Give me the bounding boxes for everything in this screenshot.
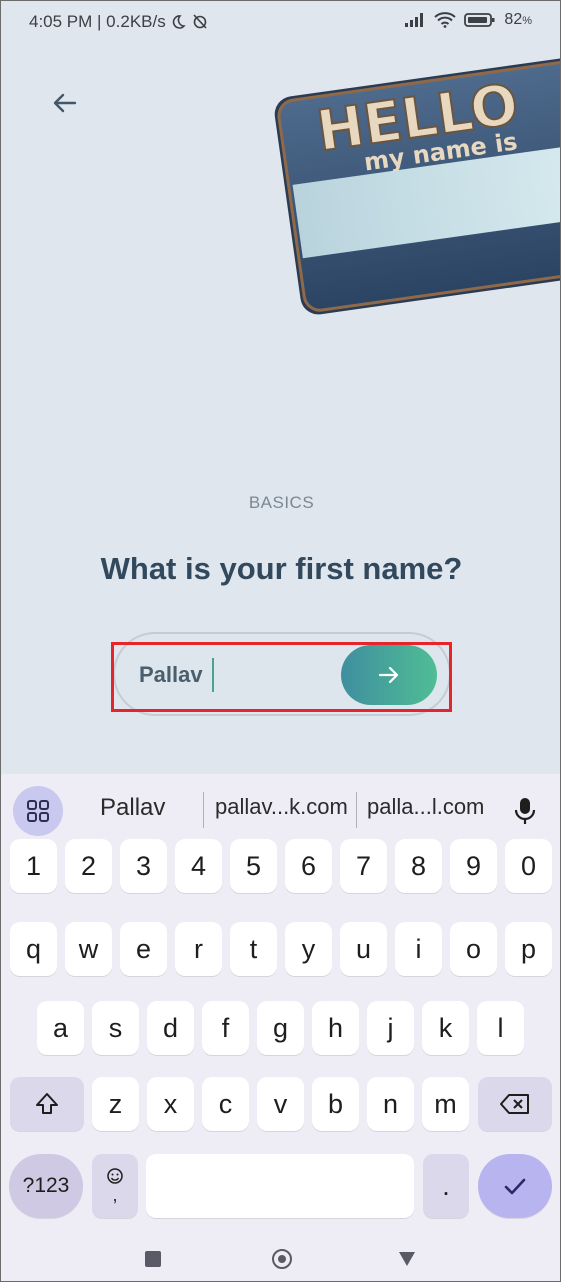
name-input-container: [113, 632, 451, 716]
key-r[interactable]: r: [175, 922, 222, 976]
battery-percent: 82%: [504, 11, 532, 28]
key-q[interactable]: q: [10, 922, 57, 976]
suggestion-1[interactable]: Pallav: [100, 794, 165, 822]
navigation-bar: [1, 1234, 560, 1281]
number-key-1[interactable]: 1: [10, 839, 57, 893]
hello-name-badge-illustration: HELLO my name is: [274, 56, 560, 315]
key-w[interactable]: w: [65, 922, 112, 976]
key-z[interactable]: z: [92, 1077, 139, 1131]
number-key-6[interactable]: 6: [285, 839, 332, 893]
suggestion-2[interactable]: pallav...k.com: [215, 794, 348, 820]
status-left: 4:05 PM | 0.2KB/s: [29, 12, 209, 32]
number-key-0[interactable]: 0: [505, 839, 552, 893]
key-p[interactable]: p: [505, 922, 552, 976]
wifi-icon: [434, 12, 457, 28]
key-f[interactable]: f: [202, 1001, 249, 1055]
first-name-input[interactable]: [137, 656, 341, 694]
key-c[interactable]: c: [202, 1077, 249, 1131]
suggestion-bar: Pallav pallav...k.com palla...l.com: [1, 774, 560, 846]
recents-nav-button[interactable]: [145, 1251, 161, 1267]
key-h[interactable]: h: [312, 1001, 359, 1055]
backspace-icon: [500, 1094, 529, 1114]
key-l[interactable]: l: [477, 1001, 524, 1055]
key-b[interactable]: b: [312, 1077, 359, 1131]
number-key-9[interactable]: 9: [450, 839, 497, 893]
home-nav-button[interactable]: [272, 1249, 292, 1269]
key-n[interactable]: n: [367, 1077, 414, 1131]
battery-icon: [464, 13, 495, 27]
spacebar-key[interactable]: [146, 1154, 414, 1218]
key-s[interactable]: s: [92, 1001, 139, 1055]
keyboard-menu-button[interactable]: [13, 786, 63, 836]
dnd-moon-icon: [173, 15, 187, 29]
key-x[interactable]: x: [147, 1077, 194, 1131]
back-button[interactable]: [45, 83, 85, 123]
number-key-8[interactable]: 8: [395, 839, 442, 893]
key-v[interactable]: v: [257, 1077, 304, 1131]
key-t[interactable]: t: [230, 922, 277, 976]
number-key-5[interactable]: 5: [230, 839, 277, 893]
app-screen: 4:05 PM | 0.2KB/s 82% HELLO my name is B…: [0, 0, 561, 1282]
backspace-key[interactable]: [478, 1077, 552, 1131]
period-key[interactable]: .: [423, 1154, 469, 1218]
key-m[interactable]: m: [422, 1077, 469, 1131]
number-key-4[interactable]: 4: [175, 839, 222, 893]
key-e[interactable]: e: [120, 922, 167, 976]
key-d[interactable]: d: [147, 1001, 194, 1055]
suggestion-divider: [203, 792, 204, 828]
arrow-right-icon: [378, 666, 399, 684]
network-speed: | 0.2KB/s: [97, 12, 166, 31]
checkmark-icon: [504, 1178, 526, 1195]
number-key-3[interactable]: 3: [120, 839, 167, 893]
page-title: What is your first name?: [100, 551, 463, 586]
done-key[interactable]: [478, 1154, 552, 1218]
number-key-7[interactable]: 7: [340, 839, 387, 893]
key-j[interactable]: j: [367, 1001, 414, 1055]
back-nav-button[interactable]: [398, 1251, 416, 1267]
text-cursor: [212, 658, 214, 692]
number-key-2[interactable]: 2: [65, 839, 112, 893]
voice-input-button[interactable]: [502, 788, 548, 834]
suggestion-divider: [356, 792, 357, 828]
key-y[interactable]: y: [285, 922, 332, 976]
soft-keyboard: Pallav pallav...k.com palla...l.com 1234…: [1, 774, 560, 1281]
comma-label: ,: [112, 1184, 118, 1205]
key-o[interactable]: o: [450, 922, 497, 976]
signal-icon: [405, 13, 424, 27]
key-k[interactable]: k: [422, 1001, 469, 1055]
microphone-icon: [514, 798, 536, 824]
status-right: 82%: [404, 11, 532, 29]
shift-key[interactable]: [10, 1077, 84, 1131]
key-i[interactable]: i: [395, 922, 442, 976]
shift-icon: [36, 1093, 58, 1114]
arrow-left-icon: [53, 93, 77, 113]
apps-grid-icon: [27, 800, 49, 822]
key-g[interactable]: g: [257, 1001, 304, 1055]
suggestion-3[interactable]: palla...l.com: [367, 794, 484, 820]
section-label: BASICS: [248, 493, 315, 512]
status-time: 4:05 PM: [29, 12, 93, 31]
emoji-icon: [107, 1167, 123, 1184]
key-a[interactable]: a: [37, 1001, 84, 1055]
home-dot: [278, 1255, 286, 1263]
key-u[interactable]: u: [340, 922, 387, 976]
emoji-comma-key[interactable]: ,: [92, 1154, 138, 1218]
symbols-key[interactable]: ?123: [9, 1154, 83, 1218]
alarm-off-icon: [193, 14, 207, 29]
next-button[interactable]: [341, 645, 437, 705]
